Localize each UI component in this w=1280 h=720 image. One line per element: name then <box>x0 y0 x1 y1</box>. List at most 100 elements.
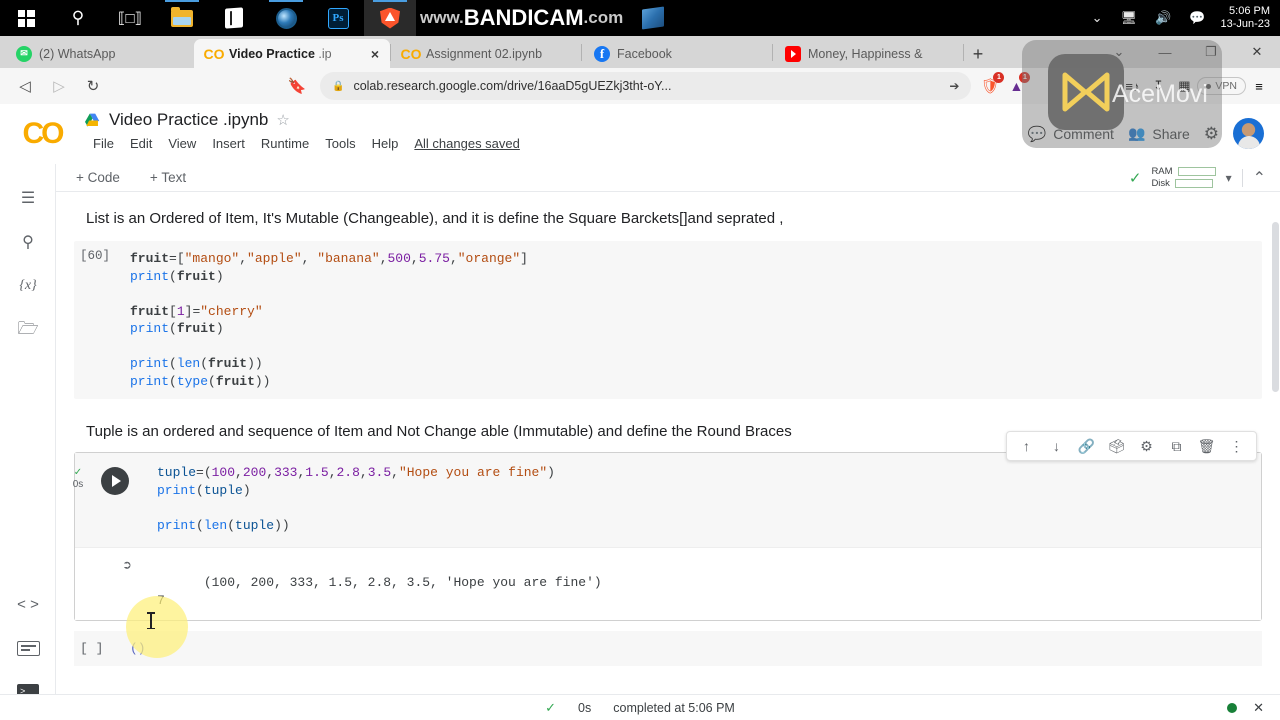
youtube-icon <box>785 45 801 62</box>
browser-tab-facebook[interactable]: f Facebook <box>582 39 772 68</box>
cell-2-status: ✓ 0s <box>61 467 95 491</box>
network-icon[interactable]: 🖥 <box>1112 10 1147 26</box>
menu-runtime[interactable]: Runtime <box>253 133 317 154</box>
tab-close-button[interactable]: × <box>370 46 380 62</box>
close-status-button[interactable]: ✕ <box>1253 700 1264 716</box>
output-icon: ➲ <box>123 559 132 575</box>
status-check-icon: ✓ <box>545 699 557 715</box>
sidebar-item-files[interactable]: 🗁 <box>0 308 56 352</box>
cell-2-status-check: ✓ <box>73 467 83 478</box>
code-cell-3-source[interactable]: () <box>130 641 146 656</box>
photoshop-button[interactable]: Ps <box>312 0 364 36</box>
cell-2-status-time: 0s <box>72 479 84 490</box>
reload-button[interactable]: ↻ <box>76 71 110 101</box>
output-line-2: 7 <box>157 593 165 608</box>
photos-icon <box>275 7 297 29</box>
menu-insert[interactable]: Insert <box>204 133 253 154</box>
address-bar[interactable]: 🔒 colab.research.google.com/drive/16aaD5… <box>320 72 972 100</box>
colab-logo-icon[interactable]: CO <box>0 104 84 164</box>
notebook-scrollbar[interactable] <box>1271 192 1280 694</box>
browser-tab-video-practice[interactable]: CO Video Practice .ip × <box>194 39 390 68</box>
folder-icon <box>171 6 193 27</box>
toolbar-separator <box>1241 168 1243 187</box>
menu-edit[interactable]: Edit <box>122 133 160 154</box>
browser-menu-icon[interactable]: ≡ <box>1246 73 1272 99</box>
menu-help[interactable]: Help <box>364 133 407 154</box>
search-icon: ⚲ <box>22 234 34 251</box>
menu-view[interactable]: View <box>160 133 204 154</box>
status-elapsed: 0s <box>578 700 592 715</box>
browser-tab-whatsapp[interactable]: ✉ (2) WhatsApp <box>4 39 194 68</box>
tab-label: Assignment 02.ipynb <box>426 46 543 61</box>
cell-settings-icon[interactable]: ⚙ <box>1132 433 1161 459</box>
acemovi-watermark-text: AceMovi <box>1112 80 1208 108</box>
colab-menubar: File Edit View Insert Runtime Tools Help… <box>84 133 528 154</box>
code-cell-2[interactable]: ✓ 0s ↑ ↓ 🔗 🗳 ⚙ ⧉ 🗑 ⋮ tuple=(100,200,333,… <box>73 431 1262 621</box>
add-text-cell-button[interactable]: + Text <box>140 168 196 187</box>
search-button[interactable]: ⚲ <box>52 0 104 36</box>
volume-icon[interactable]: 🔊 <box>1146 10 1180 26</box>
share-icon[interactable]: ➔ <box>949 79 959 93</box>
file-explorer-button[interactable] <box>156 0 208 36</box>
resource-dropdown-icon[interactable]: ▾ <box>1226 171 1232 185</box>
sidebar-item-variables[interactable]: {x} <box>0 264 56 308</box>
forward-button[interactable]: ▷ <box>42 71 76 101</box>
close-window-button[interactable]: ✕ <box>1234 36 1280 68</box>
output-line-1: (100, 200, 333, 1.5, 2.8, 3.5, 'Hope you… <box>203 575 602 590</box>
menu-tools[interactable]: Tools <box>317 133 363 154</box>
brave-shields-icon[interactable]: 🛡 1 <box>977 72 1005 99</box>
markdown-cell-1[interactable]: List is an Ordered of Item, It's Mutable… <box>56 192 1280 233</box>
mirror-cell-icon[interactable]: ⧉ <box>1162 433 1191 459</box>
add-code-cell-button[interactable]: + Code <box>66 168 130 187</box>
sidebar-item-code-snippets[interactable]: < > <box>0 582 56 626</box>
cell-toolbar: ↑ ↓ 🔗 🗳 ⚙ ⧉ 🗑 ⋮ <box>1006 431 1257 461</box>
taskbar-clock[interactable]: 5:06 PM 13-Jun-23 <box>1214 5 1280 30</box>
task-view-button[interactable]: ⟦□⟧ <box>104 0 156 36</box>
scrollbar-thumb[interactable] <box>1272 222 1279 392</box>
delete-cell-icon[interactable]: 🗑 <box>1192 433 1221 459</box>
more-options-icon[interactable]: ⋮ <box>1222 433 1251 459</box>
page-title[interactable]: Video Practice .ipynb <box>109 110 268 130</box>
save-status-label[interactable]: All changes saved <box>406 133 528 154</box>
command-palette-icon <box>16 640 40 656</box>
bandicam-suffix: .com <box>583 8 624 27</box>
brave-browser-button[interactable] <box>364 0 416 36</box>
code-cell-2-source[interactable]: tuple=(100,200,333,1.5,2.8,3.5,"Hope you… <box>75 453 1261 547</box>
bandicam-prefix: www. <box>420 8 464 27</box>
resource-meter[interactable]: RAM Disk <box>1151 166 1216 190</box>
sidebar-item-search[interactable]: ⚲ <box>0 220 56 264</box>
google-drive-icon <box>85 113 100 127</box>
menu-file[interactable]: File <box>85 133 122 154</box>
move-cell-down-icon[interactable]: ↓ <box>1042 433 1071 459</box>
browser-tab-assignment-02[interactable]: CO Assignment 02.ipynb <box>391 39 581 68</box>
move-cell-up-icon[interactable]: ↑ <box>1012 433 1041 459</box>
word-button[interactable] <box>627 0 679 36</box>
bookmark-icon[interactable]: 🔖 <box>280 71 314 101</box>
back-button[interactable]: ◁ <box>8 71 42 101</box>
notebook-toolbar: + Code + Text ✓ RAM Disk ▾ ⌃ <box>56 164 1280 192</box>
photos-button[interactable] <box>260 0 312 36</box>
start-button[interactable] <box>0 0 52 36</box>
code-cell-3[interactable]: [ ] () <box>74 631 1262 666</box>
new-tab-button[interactable]: + <box>964 40 992 68</box>
notification-icon[interactable]: 💬 <box>1180 10 1214 26</box>
code-cell-1-source[interactable]: fruit=["mango","apple", "banana",500,5.7… <box>74 241 1262 399</box>
link-to-cell-icon[interactable]: 🔗 <box>1072 433 1101 459</box>
add-comment-icon[interactable]: 🗳 <box>1102 433 1131 459</box>
run-cell-button[interactable] <box>101 467 129 495</box>
code-cell-1[interactable]: [60] fruit=["mango","apple", "banana",50… <box>74 241 1262 399</box>
tray-chevron-icon[interactable]: ⌄ <box>1083 10 1112 26</box>
avatar[interactable] <box>1233 118 1264 149</box>
browser-tab-youtube[interactable]: Money, Happiness & <box>773 39 963 68</box>
variables-icon: {x} <box>19 278 37 293</box>
star-icon[interactable]: ☆ <box>276 111 289 129</box>
microsoft-store-button[interactable] <box>208 0 260 36</box>
word-icon <box>642 6 665 30</box>
brave-icon <box>380 7 400 29</box>
tab-label: Facebook <box>617 46 672 61</box>
table-of-contents-icon: ☰ <box>20 190 36 207</box>
sidebar-item-table-of-contents[interactable]: ☰ <box>0 176 56 220</box>
text-cursor <box>147 612 155 629</box>
collapse-toolbar-icon[interactable]: ⌃ <box>1253 168 1266 188</box>
sidebar-item-command-palette[interactable] <box>0 626 56 670</box>
